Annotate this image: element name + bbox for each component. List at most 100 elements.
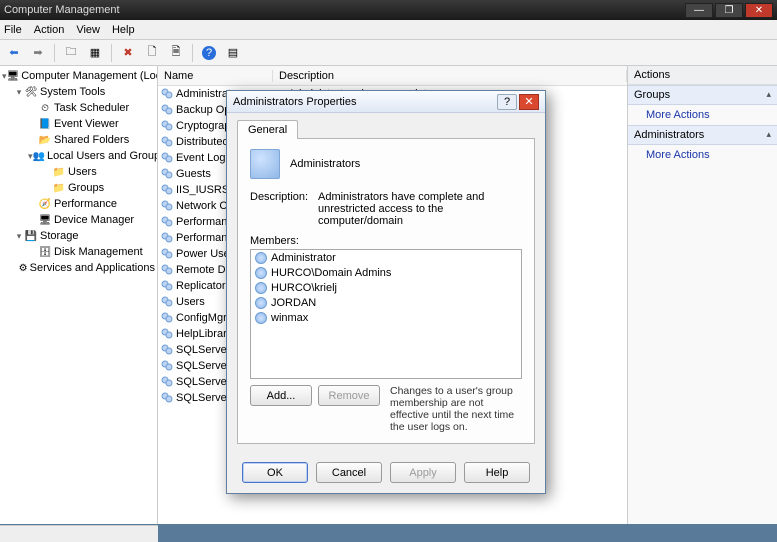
- tree-node-icon: 🛠: [24, 85, 38, 99]
- actions-link-more-admins[interactable]: More Actions: [628, 145, 777, 165]
- member-row[interactable]: HURCO\Domain Admins: [251, 265, 521, 280]
- toolbar-export-button[interactable]: 🗎: [166, 43, 186, 63]
- up-icon: 🗀: [66, 43, 77, 62]
- menu-view[interactable]: View: [76, 24, 100, 36]
- export-icon: 🗎: [172, 43, 181, 62]
- toolbar-back-button[interactable]: ⬅: [4, 43, 24, 63]
- apply-button[interactable]: Apply: [390, 462, 456, 483]
- group-icon: [160, 279, 174, 293]
- column-header-name[interactable]: Name: [158, 70, 273, 82]
- remove-button[interactable]: Remove: [318, 385, 380, 406]
- tree-node-icon: 🖥: [38, 213, 52, 227]
- tree-horizontal-scrollbar[interactable]: [0, 525, 158, 542]
- tree-node-icon: 📁: [52, 165, 66, 179]
- tree-node-icon: 👥: [33, 149, 45, 163]
- properties-dialog: Administrators Properties ? ✕ General Ad…: [226, 90, 546, 494]
- description-value[interactable]: Administrators have complete and unrestr…: [318, 191, 522, 227]
- tree-node-icon: 📂: [38, 133, 52, 147]
- collapse-icon: ▴: [766, 129, 771, 141]
- user-icon: [255, 267, 267, 279]
- delete-icon: ✖: [123, 46, 132, 59]
- navigation-tree[interactable]: ▾🖥Computer Management (Local▾🛠System Too…: [0, 66, 158, 524]
- dialog-close-button[interactable]: ✕: [519, 94, 539, 110]
- group-icon: [160, 167, 174, 181]
- group-name: Administrators: [290, 158, 360, 170]
- menu-help[interactable]: Help: [112, 24, 135, 36]
- help-button[interactable]: Help: [464, 462, 530, 483]
- actions-section-groups[interactable]: Groups ▴: [628, 85, 777, 105]
- tree-item[interactable]: ⚙Services and Applications: [0, 260, 157, 276]
- toolbar-help-button[interactable]: ?: [199, 43, 219, 63]
- toolbar-forward-button[interactable]: ➡: [28, 43, 48, 63]
- tree-item[interactable]: 🧭Performance: [0, 196, 157, 212]
- tree-item[interactable]: 📁Groups: [0, 180, 157, 196]
- user-icon: [255, 312, 267, 324]
- tree-item[interactable]: ▾👥Local Users and Groups: [0, 148, 157, 164]
- tree-item[interactable]: 📂Shared Folders: [0, 132, 157, 148]
- collapse-icon: ▴: [766, 89, 771, 101]
- tree-item[interactable]: ▾🛠System Tools: [0, 84, 157, 100]
- tree-node-icon: 🗄: [38, 245, 52, 259]
- window-maximize-button[interactable]: ❐: [715, 3, 743, 18]
- window-title: Computer Management: [4, 4, 685, 16]
- group-icon: [160, 375, 174, 389]
- tab-general[interactable]: General: [237, 120, 298, 139]
- description-label: Description:: [250, 191, 310, 227]
- tree-node-label: Groups: [68, 182, 104, 194]
- help-icon: ?: [202, 46, 216, 60]
- toolbar-up-button[interactable]: 🗀: [61, 43, 81, 63]
- tree-node-icon: 🖥: [7, 69, 20, 83]
- group-icon: [160, 231, 174, 245]
- toolbar-refresh-button[interactable]: 🗋: [142, 43, 162, 63]
- expand-icon[interactable]: ▾: [14, 87, 24, 98]
- tree-node-label: Device Manager: [54, 214, 134, 226]
- member-row[interactable]: HURCO\krielj: [251, 280, 521, 295]
- group-icon: [160, 135, 174, 149]
- user-icon: [255, 252, 267, 264]
- tree-node-label: Computer Management (Local: [21, 70, 158, 82]
- tree-item[interactable]: ▾🖥Computer Management (Local: [0, 68, 157, 84]
- group-icon: [160, 295, 174, 309]
- actions-link-more-groups[interactable]: More Actions: [628, 105, 777, 125]
- dialog-titlebar[interactable]: Administrators Properties ? ✕: [227, 91, 545, 113]
- members-list[interactable]: AdministratorHURCO\Domain AdminsHURCO\kr…: [250, 249, 522, 379]
- menubar: File Action View Help: [0, 20, 777, 40]
- tree-node-label: Performance: [54, 198, 117, 210]
- group-icon: [160, 183, 174, 197]
- tree-item[interactable]: 📘Event Viewer: [0, 116, 157, 132]
- column-header-description[interactable]: Description: [273, 70, 627, 82]
- group-icon: [160, 263, 174, 277]
- ok-button[interactable]: OK: [242, 462, 308, 483]
- tree-item[interactable]: 🖥Device Manager: [0, 212, 157, 228]
- tree-item[interactable]: 📁Users: [0, 164, 157, 180]
- member-row[interactable]: Administrator: [251, 250, 521, 265]
- member-row[interactable]: JORDAN: [251, 295, 521, 310]
- tree-node-icon: 🧭: [38, 197, 52, 211]
- add-button[interactable]: Add...: [250, 385, 312, 406]
- tree-item[interactable]: ▾💾Storage: [0, 228, 157, 244]
- member-name: JORDAN: [271, 297, 316, 309]
- toolbar-properties-button[interactable]: ▦: [85, 43, 105, 63]
- tree-item[interactable]: ⏲Task Scheduler: [0, 100, 157, 116]
- actions-section-administrators[interactable]: Administrators ▴: [628, 125, 777, 145]
- actions-pane: Actions Groups ▴ More Actions Administra…: [627, 66, 777, 524]
- tree-node-label: Users: [68, 166, 97, 178]
- window-close-button[interactable]: ✕: [745, 3, 773, 18]
- tree-node-label: Storage: [40, 230, 79, 242]
- menu-file[interactable]: File: [4, 24, 22, 36]
- group-icon: [160, 327, 174, 341]
- toolbar-views-button[interactable]: ▤: [223, 43, 243, 63]
- dialog-footer: OK Cancel Apply Help: [227, 454, 545, 493]
- group-icon: [160, 151, 174, 165]
- member-row[interactable]: winmax: [251, 310, 521, 325]
- expand-icon[interactable]: ▾: [14, 231, 24, 242]
- window-minimize-button[interactable]: —: [685, 3, 713, 18]
- tree-node-label: Event Viewer: [54, 118, 119, 130]
- dialog-help-button[interactable]: ?: [497, 94, 517, 110]
- group-icon: [160, 119, 174, 133]
- tree-item[interactable]: 🗄Disk Management: [0, 244, 157, 260]
- list-header: Name Description: [158, 66, 627, 86]
- toolbar-delete-button[interactable]: ✖: [118, 43, 138, 63]
- cancel-button[interactable]: Cancel: [316, 462, 382, 483]
- menu-action[interactable]: Action: [34, 24, 65, 36]
